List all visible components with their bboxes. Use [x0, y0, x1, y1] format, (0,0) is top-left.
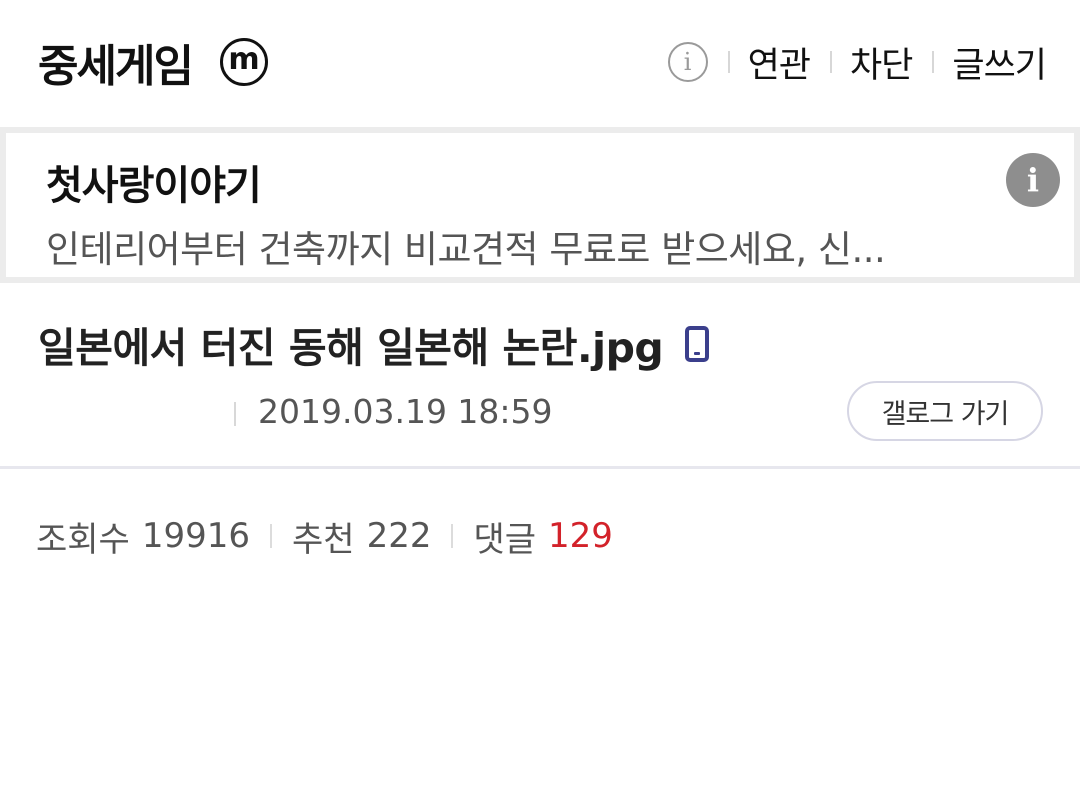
ad-description: 인테리어부터 건축까지 비교견적 무료로 받으세요, 신...: [46, 228, 886, 271]
top-header: 중세게임 m i 연관 차단 글쓰기: [0, 0, 1080, 126]
gallog-button[interactable]: 갤로그 가기: [847, 381, 1043, 441]
post-divider: [0, 466, 1080, 469]
ad-info-icon[interactable]: i: [1006, 153, 1060, 207]
post-title: 일본에서 터진 동해 일본해 논란.jpg: [38, 324, 664, 372]
menu-divider: [829, 51, 832, 73]
recommend-count: 222: [366, 516, 432, 556]
post-title-row: 일본에서 터진 동해 일본해 논란.jpg: [38, 316, 710, 372]
post-date: 2019.03.19 18:59: [258, 392, 553, 431]
writer-name-area[interactable]: [38, 396, 224, 432]
views-label: 조회수: [36, 519, 130, 560]
post-stats: 조회수 19916 추천 222 댓글 129: [36, 512, 613, 560]
info-icon[interactable]: i: [667, 42, 708, 82]
meta-divider: [234, 402, 236, 426]
menu-divider: [932, 51, 935, 73]
comments-label: 댓글: [473, 519, 537, 560]
views-count: 19916: [141, 516, 251, 556]
ad-banner[interactable]: 첫사랑이야기 인테리어부터 건축까지 비교견적 무료로 받으세요, 신... i: [0, 127, 1080, 283]
mobile-phone-icon: [685, 326, 710, 362]
recommend-label: 추천: [292, 519, 355, 560]
top-menu: i 연관 차단 글쓰기: [667, 36, 1047, 88]
gallery-title[interactable]: 중세게임: [38, 30, 194, 94]
stats-divider: [451, 524, 454, 548]
comments-count[interactable]: 129: [548, 516, 613, 556]
write-link[interactable]: 글쓰기: [952, 37, 1047, 88]
ad-title: 첫사랑이야기: [46, 163, 262, 209]
block-link[interactable]: 차단: [850, 37, 913, 88]
stats-divider: [270, 524, 273, 548]
minor-gallery-badge-icon: m: [220, 38, 268, 86]
menu-divider: [727, 51, 730, 73]
related-link[interactable]: 연관: [748, 37, 811, 88]
